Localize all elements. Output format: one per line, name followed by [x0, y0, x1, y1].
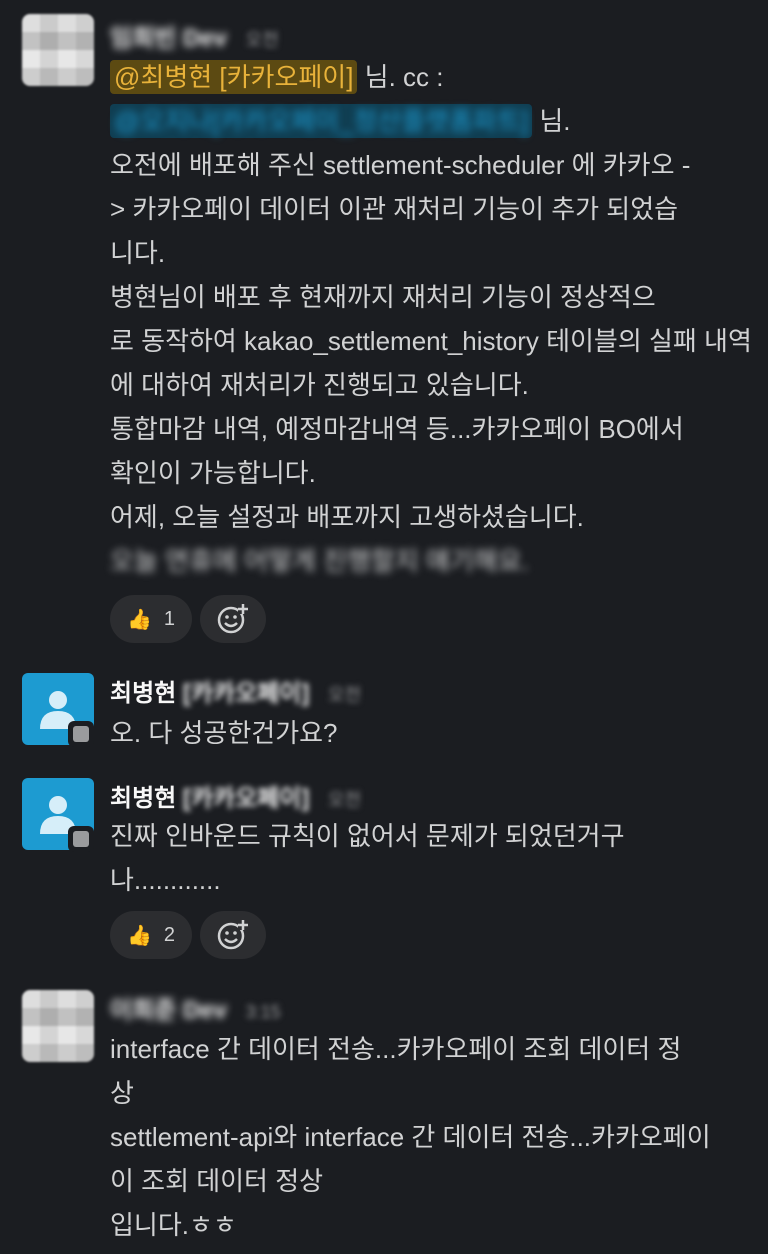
message-line: > 카카오페이 데이터 이관 재처리 기능이 추가 되었습	[110, 194, 679, 224]
author-name-text[interactable]: 최병현	[110, 785, 176, 812]
reaction-thumbs-up[interactable]: 👍 1	[110, 595, 192, 643]
message-line: 상	[110, 1078, 134, 1108]
reaction-thumbs-up[interactable]: 👍 2	[110, 911, 192, 959]
timestamp[interactable]: 오전	[328, 685, 361, 705]
author-name[interactable]: 임희빈 Dev 오전	[110, 18, 279, 53]
timestamp[interactable]: 3:15	[246, 1002, 281, 1022]
add-reaction-button[interactable]	[200, 595, 266, 643]
message-body: @최병현 [카카오페이] 님. cc : @오지나[카카오페이_정산플랫폼파트]…	[110, 55, 760, 583]
reaction-count: 2	[163, 923, 176, 946]
message-line: 통합마감 내역, 예정마감내역 등...카카오페이 BO에서	[110, 414, 684, 444]
message-body: 진짜 인바운드 규칙이 없어서 문제가 되었던거구 나............	[110, 814, 760, 902]
author-name[interactable]: 이희준 Dev 3:15	[110, 990, 281, 1025]
avatar[interactable]	[22, 14, 94, 86]
reaction-count: 1	[163, 607, 176, 630]
author-tag: [카카오페이]	[182, 785, 310, 812]
reactions: 👍 2	[110, 911, 266, 959]
message-line: 어제, 오늘 설정과 배포까지 고생하셨습니다.	[110, 502, 584, 532]
presence-status	[68, 826, 94, 852]
message-line: 오늘 연휴에 어떻게 진행할지 얘기해요.	[110, 546, 529, 576]
author-name-text[interactable]: 최병현	[110, 680, 176, 707]
message-line: 병현님이 배포 후 현재까지 재처리 기능이 정상적으	[110, 282, 656, 312]
author-name[interactable]: 최병현 [카카오페이] 오전	[110, 778, 361, 813]
thumbs-up-icon: 👍	[126, 608, 152, 631]
message-line: 에 대하여 재처리가 진행되고 있습니다.	[110, 370, 529, 400]
message-body: 오. 다 성공한건가요?	[110, 711, 760, 755]
reactions: 👍 1	[110, 595, 266, 643]
mention-text: @오지나[카카오페이_정산플랫폼파트]	[114, 106, 529, 136]
message-line: 이 조회 데이터 정상	[110, 1166, 324, 1196]
author-tag: [카카오페이]	[182, 680, 310, 707]
message-line: 니다.	[110, 238, 166, 268]
presence-status	[68, 721, 94, 747]
message-line: 오. 다 성공한건가요?	[110, 718, 338, 748]
mention-suffix: 님. cc :	[357, 62, 444, 92]
message-body: interface 간 데이터 전송...카카오페이 조회 데이터 정 상 se…	[110, 1027, 760, 1247]
message-line: settlement-api와 interface 간 데이터 전송...카카오…	[110, 1122, 711, 1152]
add-emoji-icon	[217, 920, 248, 950]
add-reaction-button[interactable]	[200, 911, 266, 959]
message-line: interface 간 데이터 전송...카카오페이 조회 데이터 정	[110, 1034, 682, 1064]
user-mention[interactable]: @오지나[카카오페이_정산플랫폼파트]	[110, 104, 533, 138]
mention-suffix: 님.	[532, 106, 571, 136]
timestamp[interactable]: 오전	[246, 30, 279, 50]
message-line: 입니다.ㅎㅎ	[110, 1210, 237, 1240]
add-emoji-icon	[217, 604, 248, 634]
message-line: 확인이 가능합니다.	[110, 458, 316, 488]
author-name-text[interactable]: 이희준 Dev	[110, 997, 227, 1024]
thumbs-up-icon: 👍	[126, 924, 152, 947]
user-mention[interactable]: @최병현 [카카오페이]	[110, 60, 358, 94]
message-line: 진짜 인바운드 규칙이 없어서 문제가 되었던거구	[110, 821, 625, 851]
timestamp[interactable]: 오전	[328, 790, 361, 810]
message-line: 오전에 배포해 주신 settlement-scheduler 에 카카오 -	[110, 150, 691, 180]
message-line: 나............	[110, 865, 221, 895]
avatar[interactable]	[22, 990, 94, 1062]
message-line: 로 동작하여 kakao_settlement_history 테이블의 실패 …	[110, 326, 752, 356]
author-name-text[interactable]: 임희빈 Dev	[110, 25, 227, 52]
author-name[interactable]: 최병현 [카카오페이] 오전	[110, 673, 361, 708]
